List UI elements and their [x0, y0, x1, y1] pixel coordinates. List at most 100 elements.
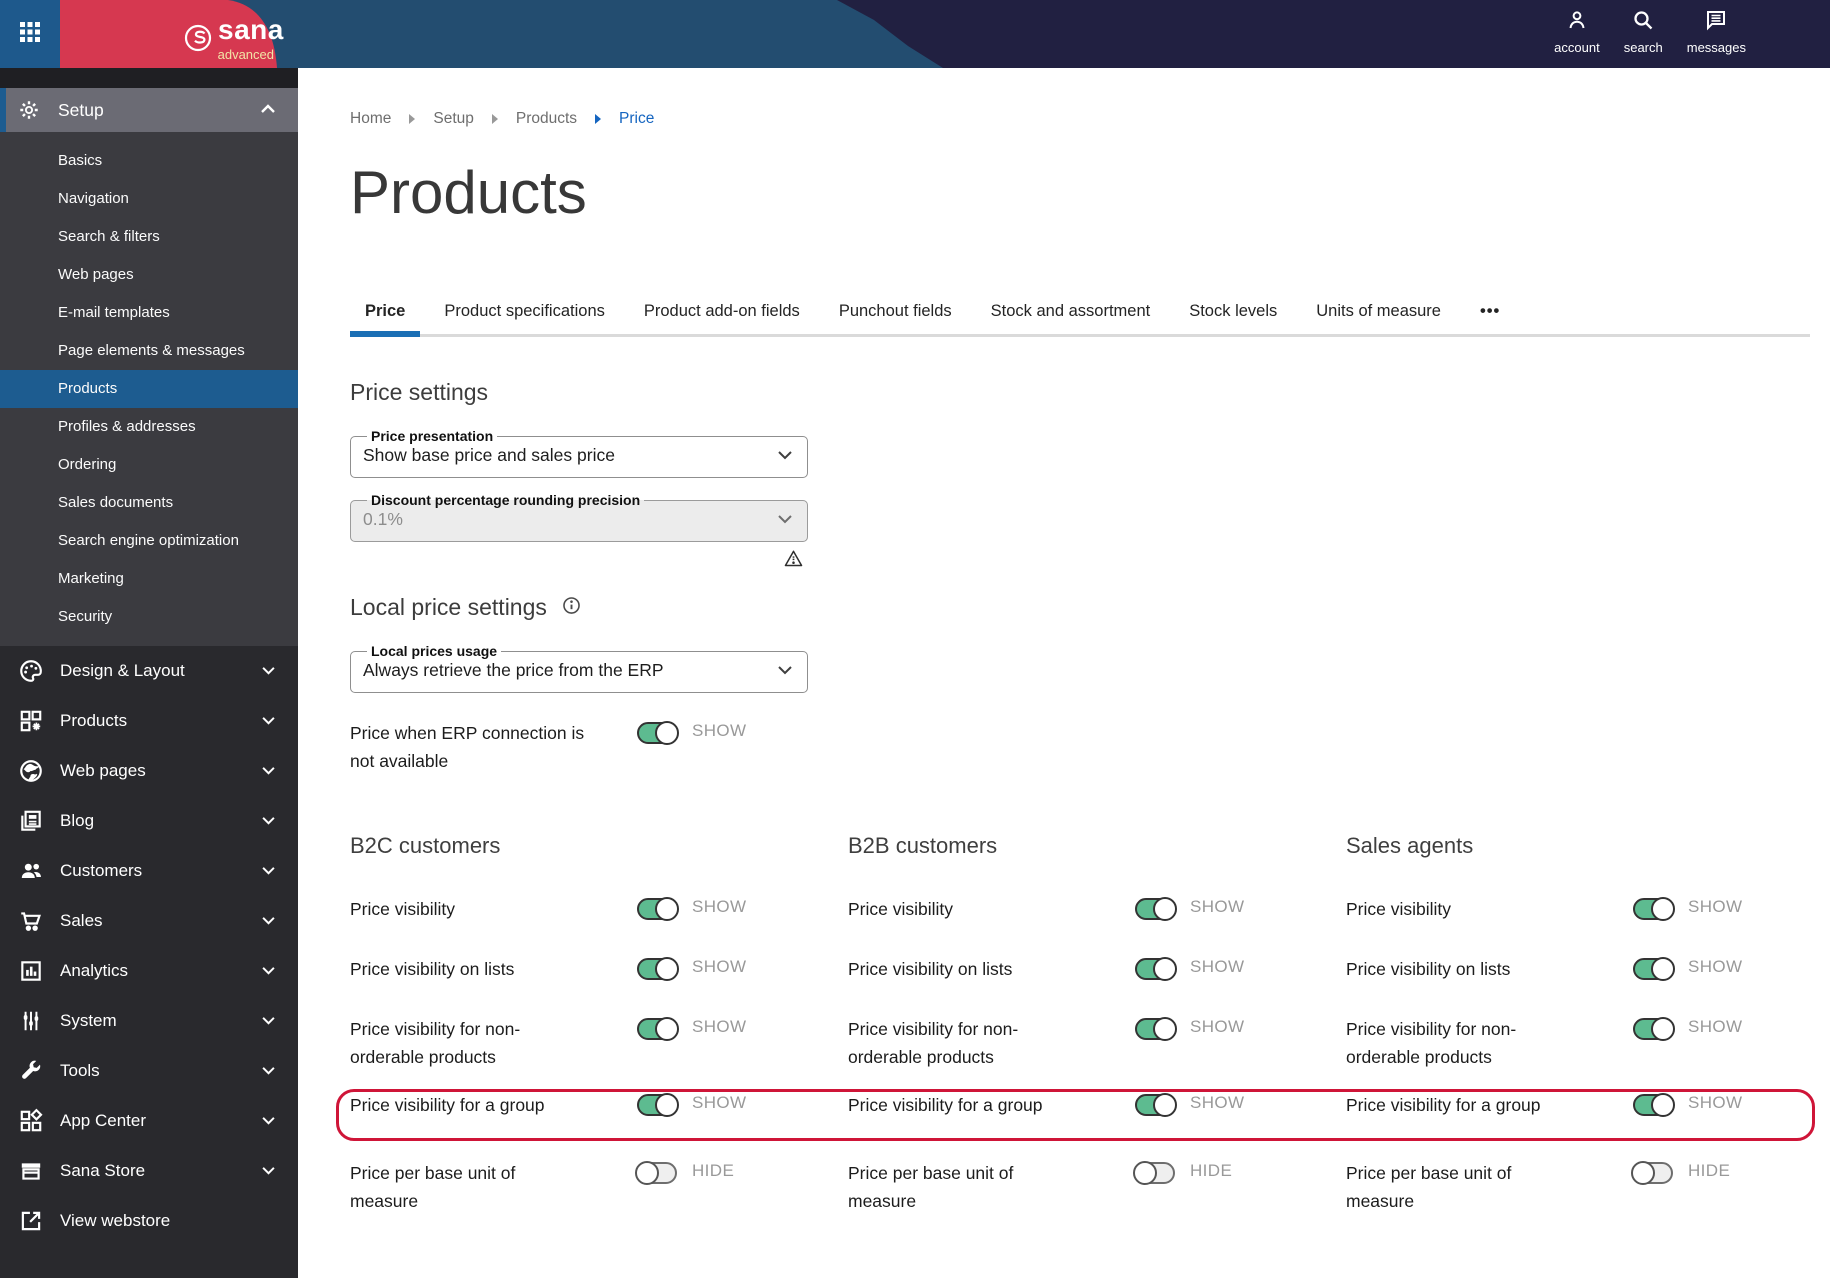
agents-price-group-row: Price visibility for a group SHOW: [1346, 1091, 1830, 1119]
b2c-price-visibility-toggle[interactable]: [637, 897, 679, 921]
sidebar-section-tools[interactable]: Tools: [0, 1046, 298, 1096]
row-label: Price visibility: [848, 899, 954, 919]
state-label: SHOW: [1190, 897, 1245, 916]
sana-logo[interactable]: sana advanced: [60, 0, 290, 68]
agents-base-unit-row: Price per base unit of measure HIDE: [1346, 1159, 1830, 1215]
chevron-down-icon: [261, 1162, 276, 1180]
tab-stock-and-assortment[interactable]: Stock and assortment: [976, 302, 1166, 334]
sidebar-item-profiles-addresses[interactable]: Profiles & addresses: [0, 408, 298, 446]
sliders-icon: [18, 1008, 44, 1034]
sidebar-item-page-elements[interactable]: Page elements & messages: [0, 332, 298, 370]
b2b-price-visibility-lists-toggle[interactable]: [1135, 957, 1177, 981]
sidebar-section-products[interactable]: Products: [0, 696, 298, 746]
breadcrumb-setup[interactable]: Setup: [433, 110, 474, 128]
sidebar-item-web-pages[interactable]: Web pages: [0, 256, 298, 294]
search-button[interactable]: search: [1624, 8, 1663, 55]
tab-price[interactable]: Price: [350, 302, 421, 337]
setup-section-label: Setup: [58, 99, 104, 120]
b2c-price-visibility-lists-toggle[interactable]: [637, 957, 679, 981]
breadcrumb-separator-icon: [408, 114, 416, 124]
row-label: Price visibility for non- orderable prod…: [848, 1019, 1019, 1067]
sidebar-item-sales-documents[interactable]: Sales documents: [0, 484, 298, 522]
state-label: SHOW: [1688, 957, 1743, 976]
row-label: Price per base unit of measure: [350, 1163, 516, 1211]
agents-price-visibility-toggle[interactable]: [1633, 897, 1675, 921]
price-presentation-select[interactable]: Price presentation Show base price and s…: [350, 428, 808, 478]
sidebar-section-design-layout[interactable]: Design & Layout: [0, 646, 298, 696]
b2c-column: B2C customers Price visibility SHOW Pric…: [350, 833, 848, 1247]
sidebar-section-app-center[interactable]: App Center: [0, 1096, 298, 1146]
agents-nonorderable-row: Price visibility for non- orderable prod…: [1346, 1015, 1830, 1071]
search-icon: [1631, 8, 1655, 37]
sidebar-item-navigation[interactable]: Navigation: [0, 180, 298, 218]
chevron-up-icon: [260, 101, 276, 119]
tab-units-of-measure[interactable]: Units of measure: [1301, 302, 1456, 334]
b2c-base-unit-toggle[interactable]: [635, 1161, 677, 1185]
gear-icon: [18, 99, 40, 121]
breadcrumb-home[interactable]: Home: [350, 110, 391, 128]
chevron-down-icon: [261, 962, 276, 980]
sidebar-section-customers[interactable]: Customers: [0, 846, 298, 896]
sidebar-item-view-webstore[interactable]: View webstore: [0, 1196, 298, 1246]
chevron-down-icon: [261, 762, 276, 780]
erp-fallback-toggle[interactable]: [637, 721, 679, 745]
tab-stock-levels[interactable]: Stock levels: [1174, 302, 1292, 334]
grid-icon: [18, 20, 42, 49]
sidebar-item-security[interactable]: Security: [0, 598, 298, 636]
sidebar-item-seo[interactable]: Search engine optimization: [0, 522, 298, 560]
sidebar-item-search-filters[interactable]: Search & filters: [0, 218, 298, 256]
state-label: SHOW: [692, 1093, 747, 1112]
visibility-columns: B2C customers Price visibility SHOW Pric…: [336, 833, 1830, 1247]
sidebar-item-basics[interactable]: Basics: [0, 142, 298, 180]
b2b-price-visibility-toggle[interactable]: [1135, 897, 1177, 921]
tab-product-specifications[interactable]: Product specifications: [429, 302, 620, 334]
sidebar-section-setup[interactable]: Setup: [0, 88, 298, 132]
breadcrumb: Home Setup Products Price: [350, 110, 1830, 128]
state-label: SHOW: [1688, 1093, 1743, 1112]
sidebar-section-web-pages[interactable]: Web pages: [0, 746, 298, 796]
messages-button[interactable]: messages: [1687, 8, 1746, 55]
sidebar-item-email-templates[interactable]: E-mail templates: [0, 294, 298, 332]
agents-base-unit-toggle[interactable]: [1631, 1161, 1673, 1185]
state-label: SHOW: [1190, 957, 1245, 976]
sidebar-section-sana-store[interactable]: Sana Store: [0, 1146, 298, 1196]
erp-fallback-row: Price when ERP connection is not availab…: [350, 719, 1830, 775]
b2b-base-unit-toggle[interactable]: [1133, 1161, 1175, 1185]
sidebar-item-marketing[interactable]: Marketing: [0, 560, 298, 598]
b2b-nonorderable-toggle[interactable]: [1135, 1017, 1177, 1041]
row-label: Price visibility for a group: [1346, 1095, 1541, 1115]
sidebar-section-analytics[interactable]: Analytics: [0, 946, 298, 996]
agents-price-visibility-lists-toggle[interactable]: [1633, 957, 1675, 981]
tab-overflow-ellipsis[interactable]: •••: [1465, 302, 1515, 334]
section-label: Customers: [60, 861, 143, 880]
state-label: HIDE: [1688, 1161, 1731, 1180]
sidebar-item-products-selected[interactable]: Products: [0, 370, 298, 408]
b2c-heading: B2C customers: [350, 833, 501, 858]
sidebar: Setup Basics Navigation Search & filters…: [0, 68, 298, 1278]
tab-product-addon-fields[interactable]: Product add-on fields: [629, 302, 815, 334]
account-button[interactable]: account: [1554, 8, 1600, 55]
tab-punchout-fields[interactable]: Punchout fields: [824, 302, 967, 334]
b2b-price-visibility-row: Price visibility SHOW: [848, 895, 1346, 923]
info-icon[interactable]: [561, 595, 582, 621]
agents-nonorderable-toggle[interactable]: [1633, 1017, 1675, 1041]
sidebar-section-blog[interactable]: Blog: [0, 796, 298, 846]
chevron-down-icon: [261, 1062, 276, 1080]
sidebar-item-ordering[interactable]: Ordering: [0, 446, 298, 484]
app-launcher-button[interactable]: [0, 0, 60, 68]
agents-price-group-toggle[interactable]: [1633, 1093, 1675, 1117]
view-webstore-label: View webstore: [60, 1211, 171, 1230]
breadcrumb-products[interactable]: Products: [516, 110, 577, 128]
local-prices-usage-select[interactable]: Local prices usage Always retrieve the p…: [350, 643, 808, 693]
breadcrumb-separator-icon: [594, 114, 602, 124]
sidebar-section-system[interactable]: System: [0, 996, 298, 1046]
analytics-icon: [18, 958, 44, 984]
sana-s-icon: [184, 24, 212, 52]
b2c-nonorderable-toggle[interactable]: [637, 1017, 679, 1041]
row-label: Price visibility for non- orderable prod…: [350, 1019, 521, 1067]
b2b-price-group-toggle[interactable]: [1135, 1093, 1177, 1117]
b2c-nonorderable-row: Price visibility for non- orderable prod…: [350, 1015, 848, 1071]
b2b-nonorderable-row: Price visibility for non- orderable prod…: [848, 1015, 1346, 1071]
sidebar-section-sales[interactable]: Sales: [0, 896, 298, 946]
b2c-price-group-toggle[interactable]: [637, 1093, 679, 1117]
